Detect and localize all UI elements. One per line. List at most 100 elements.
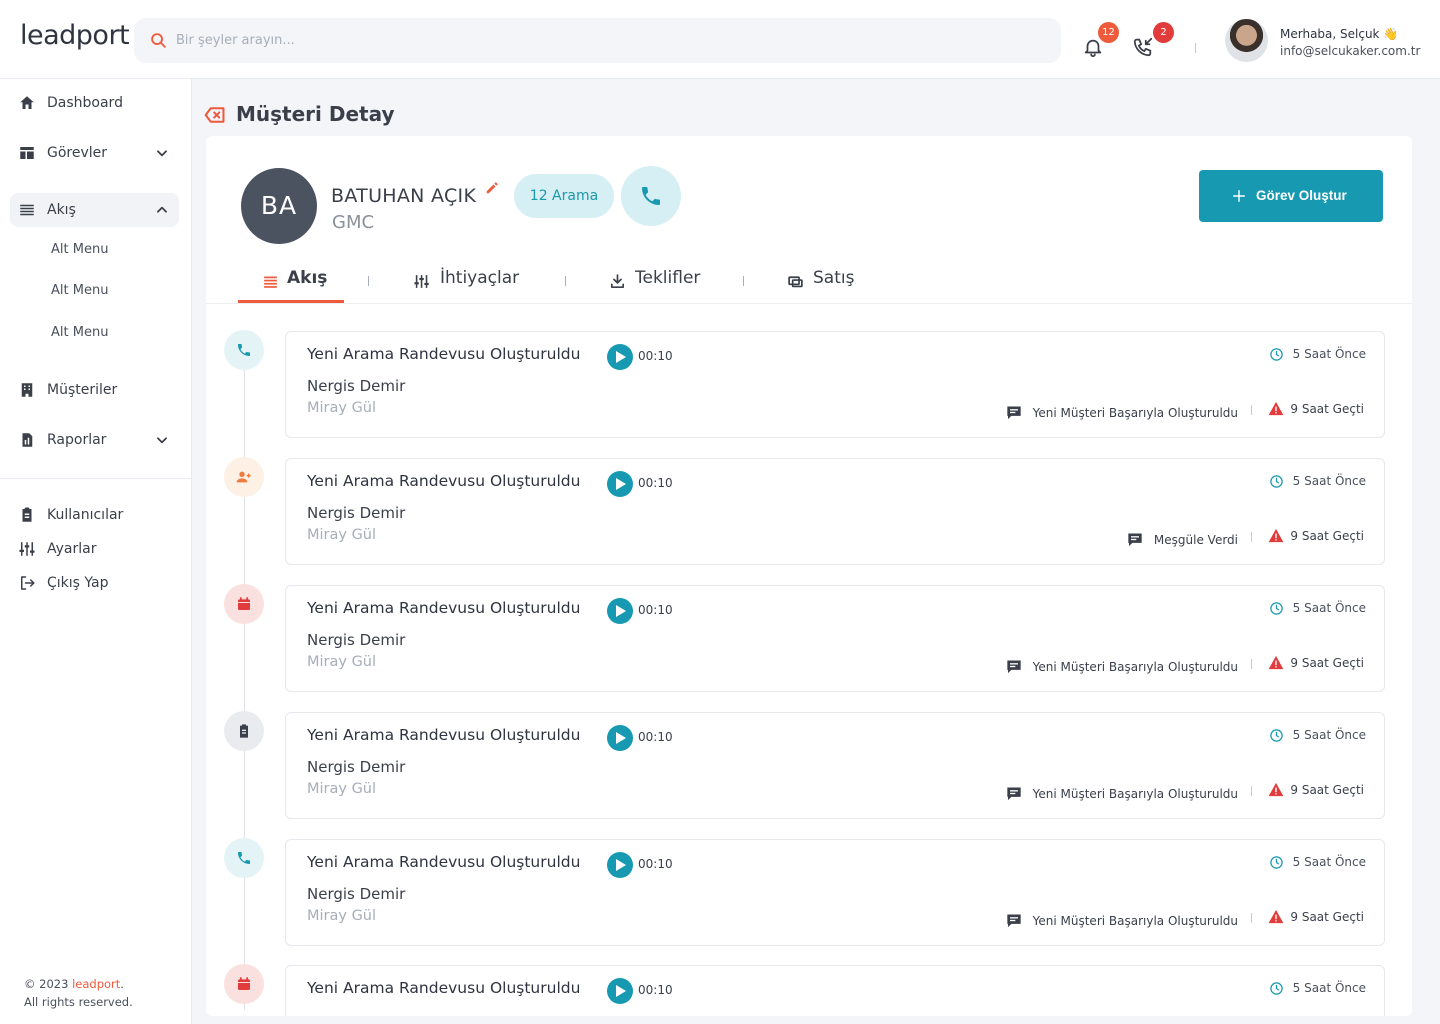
play-recording-button[interactable] [607,725,633,751]
create-task-label: Görev Oluştur [1256,188,1347,203]
call-count-pill[interactable]: 12 Arama [514,174,614,218]
sidebar-item-label: Raporlar [47,432,107,448]
customer-detail-card: BA BATUHAN AÇIK GMC 12 Arama Görev Oluşt… [206,136,1412,1016]
activity-card[interactable]: Yeni Arama Randevusu Oluşturuldu 00:10 5… [285,965,1385,1016]
sidebar-item-akis[interactable]: Akış [10,193,179,227]
layout-icon [20,147,34,159]
copyright-prefix: © 2023 [24,977,73,991]
plus-icon [1233,190,1245,202]
activity-status: Yeni Müşteri Başarıyla Oluşturuldu [1032,913,1238,928]
sidebar-item-label: Çıkış Yap [47,575,109,591]
chevron-down-icon [157,437,167,444]
activity-status: Yeni Müşteri Başarıyla Oluşturuldu [1032,405,1238,420]
play-recording-button[interactable] [607,852,633,878]
activity-card[interactable]: Yeni Arama Randevusu Oluşturuldu 00:10 5… [285,585,1385,692]
timeline-dot [224,457,264,497]
warning-icon [1268,909,1284,924]
sidebar-item-raporlar[interactable]: Raporlar [10,423,179,457]
sidebar-subitem[interactable]: Alt Menu [51,325,108,340]
elapsed-time: 9 Saat Geçti [1290,656,1364,670]
copyright-brand[interactable]: leadport [72,977,120,991]
agent-name: Miray Gül [307,781,377,797]
sidebar-subitem[interactable]: Alt Menu [51,242,108,257]
activity-title: Yeni Arama Randevusu Oluşturuldu [307,979,581,997]
download-icon [610,274,625,289]
agent-name: Miray Gül [307,908,377,924]
activity-card[interactable]: Yeni Arama Randevusu Oluşturuldu 00:10 5… [285,458,1385,565]
search-bar[interactable] [134,18,1061,63]
tab-label: Akış [287,268,328,288]
logout-icon [21,576,35,590]
edit-icon[interactable] [485,181,499,195]
play-recording-button[interactable] [607,344,633,370]
activity-title: Yeni Arama Randevusu Oluşturuldu [307,726,581,744]
sidebar-item-gorevler[interactable]: Görevler [10,136,179,170]
sidebar-item-musteriler[interactable]: Müşteriler [10,373,179,407]
play-recording-button[interactable] [607,598,633,624]
contact-name: Nergis Demir [307,885,406,903]
play-recording-button[interactable] [607,471,633,497]
sales-icon [788,276,803,288]
play-icon [616,985,626,997]
elapsed-time: 9 Saat Geçti [1290,402,1364,416]
copyright-suffix: . [120,977,124,991]
clock-icon [1270,856,1283,869]
comment-icon [1006,660,1021,674]
phone-icon [238,852,250,864]
time-ago: 5 Saat Önce [1292,981,1366,995]
status-divider [1251,659,1252,669]
call-duration: 00:10 [638,603,673,617]
tab-satis[interactable]: Satış [786,261,876,304]
activity-title: Yeni Arama Randevusu Oluşturuldu [307,853,581,871]
play-icon [616,351,626,363]
activity-title: Yeni Arama Randevusu Oluşturuldu [307,472,581,490]
user-avatar[interactable] [1225,19,1268,62]
home-icon [20,96,34,109]
activity-title: Yeni Arama Randevusu Oluşturuldu [307,599,581,617]
timeline-dot [224,838,264,878]
clock-icon [1270,348,1283,361]
active-tab-indicator [238,300,344,303]
call-button[interactable] [621,166,681,226]
missed-call-icon[interactable] [1132,36,1154,58]
clock-icon [1270,982,1283,995]
comment-icon [1006,914,1021,928]
topbar-divider [1195,43,1196,53]
tab-label: Satış [813,268,855,288]
clock-icon [1270,729,1283,742]
search-input[interactable] [176,18,1036,63]
time-ago: 5 Saat Önce [1292,474,1366,488]
status-wrap: Yeni Müşteri Başarıyla Oluşturuldu [1006,402,1238,420]
contact-name: Nergis Demir [307,758,406,776]
user-email: info@selcukaker.com.tr [1280,44,1421,58]
clock-icon [1270,475,1283,488]
agent-name: Miray Gül [307,400,377,416]
timeline-dot [224,964,264,1004]
tab-divider [565,276,566,286]
activity-title: Yeni Arama Randevusu Oluşturuldu [307,345,581,363]
create-task-button[interactable]: Görev Oluştur [1199,170,1383,222]
activity-card[interactable]: Yeni Arama Randevusu Oluşturuldu 00:10 5… [285,331,1385,438]
status-divider [1251,913,1252,923]
calendar-icon [238,977,250,990]
sliders-icon [414,275,429,288]
chevron-up-icon [157,206,167,213]
elapsed-time: 9 Saat Geçti [1290,783,1364,797]
activity-card[interactable]: Yeni Arama Randevusu Oluşturuldu 00:10 5… [285,712,1385,819]
timeline-line [244,350,245,1010]
tab-ihtiyaclar[interactable]: İhtiyaçlar [412,261,532,304]
sidebar-item-label: Akış [47,202,76,218]
sidebar-subitem[interactable]: Alt Menu [51,283,108,298]
warning-icon [1268,401,1284,416]
timeline-dot [224,330,264,370]
back-delete-icon[interactable] [204,105,226,125]
tab-akis[interactable]: Akış [258,261,348,304]
sidebar-item-label: Ayarlar [47,541,97,557]
tab-label: İhtiyaçlar [440,268,520,288]
elapsed-time: 9 Saat Geçti [1290,910,1364,924]
play-recording-button[interactable] [607,978,633,1004]
tab-teklifler[interactable]: Teklifler [608,261,713,304]
activity-card[interactable]: Yeni Arama Randevusu Oluşturuldu 00:10 5… [285,839,1385,946]
sidebar-item-dashboard[interactable]: Dashboard [10,86,179,120]
leadport-logo[interactable]: leadport [20,20,130,51]
